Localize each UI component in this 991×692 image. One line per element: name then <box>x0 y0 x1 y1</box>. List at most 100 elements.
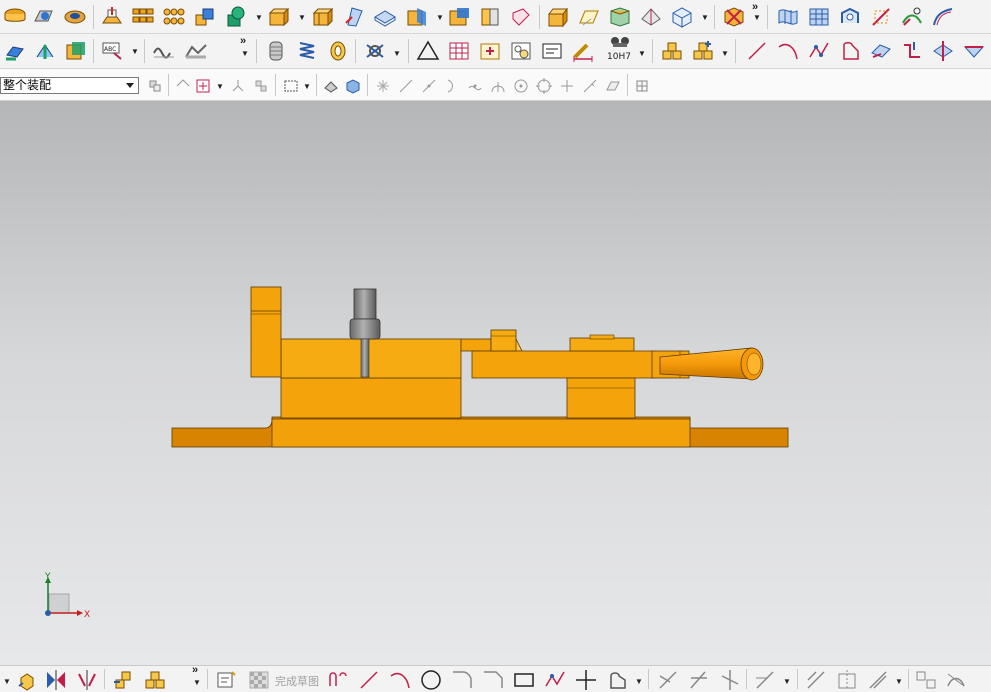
view-orient-icon[interactable] <box>14 668 40 692</box>
dropdown-arrow-icon[interactable]: ▼ <box>436 13 444 22</box>
snap-intersection-icon[interactable] <box>466 77 484 95</box>
unite-icon[interactable] <box>192 4 218 30</box>
sketch-spline-icon[interactable] <box>604 668 630 692</box>
pattern-feature-icon[interactable] <box>130 4 156 30</box>
dropdown-arrow-icon[interactable]: ▼ <box>638 49 646 58</box>
component-group-icon[interactable] <box>142 668 168 692</box>
snap-existing-point-icon[interactable] <box>374 77 392 95</box>
spring-icon[interactable] <box>294 38 320 64</box>
studio-surface-icon[interactable] <box>775 4 801 30</box>
reference-set-icon[interactable] <box>362 38 388 64</box>
convert-reference-icon[interactable] <box>913 668 939 692</box>
boss-icon[interactable] <box>99 4 125 30</box>
x-form-icon[interactable] <box>899 4 925 30</box>
swept-icon[interactable] <box>837 4 863 30</box>
dropdown-arrow-icon[interactable]: ▼ <box>393 49 401 58</box>
snap-point-on-curve-icon[interactable] <box>535 77 553 95</box>
toolbar-more-icon[interactable]: » <box>240 35 246 47</box>
cylinder-part-icon[interactable] <box>263 38 289 64</box>
bounded-plane-icon[interactable] <box>576 4 602 30</box>
dropdown-arrow-icon[interactable]: ▼ <box>635 677 643 686</box>
draft-icon[interactable] <box>341 4 367 30</box>
extrude-icon[interactable] <box>2 4 28 30</box>
pattern-geometry-icon[interactable] <box>161 4 187 30</box>
assembly-constraints-icon[interactable] <box>111 668 137 692</box>
sketch-fillet-icon[interactable] <box>449 668 475 692</box>
profile-icon[interactable] <box>837 38 863 64</box>
wireframe-box-icon[interactable] <box>669 4 695 30</box>
table-icon[interactable] <box>446 38 472 64</box>
dropdown-arrow-icon[interactable]: ▼ <box>193 678 201 687</box>
snap-point-icon[interactable] <box>194 77 212 95</box>
split-body-icon[interactable] <box>446 4 472 30</box>
arc-icon[interactable] <box>775 38 801 64</box>
grid-snap-icon[interactable] <box>633 77 651 95</box>
edge-blend-icon[interactable] <box>266 4 292 30</box>
sketch-circle-icon[interactable] <box>418 668 444 692</box>
mirror-body-icon[interactable] <box>43 668 69 692</box>
sketch-point-icon[interactable] <box>573 668 599 692</box>
dropdown-arrow-icon[interactable]: ▼ <box>216 82 224 91</box>
through-curves-icon[interactable] <box>607 4 633 30</box>
synchronous-modeling-icon[interactable] <box>721 4 747 30</box>
filter-settings-icon[interactable] <box>146 77 164 95</box>
note-icon[interactable] <box>539 38 565 64</box>
dropdown-arrow-icon[interactable]: ▼ <box>3 677 11 686</box>
revolve-icon[interactable] <box>31 4 57 30</box>
offset-curve-icon[interactable] <box>868 38 894 64</box>
add-view-icon[interactable] <box>477 38 503 64</box>
dropdown-arrow-icon[interactable]: ▼ <box>303 82 311 91</box>
sphere-face-icon[interactable] <box>638 4 664 30</box>
pull-face-icon[interactable] <box>32 38 58 64</box>
intersection-curve-icon[interactable] <box>930 38 956 64</box>
snap-quadrant-icon[interactable] <box>512 77 530 95</box>
finish-sketch-label[interactable]: 完成草图 <box>275 673 319 689</box>
rectangle-select-icon[interactable] <box>282 77 300 95</box>
geometric-constraints-icon[interactable] <box>803 668 829 692</box>
sketch-line-icon[interactable] <box>356 668 382 692</box>
hole-icon[interactable] <box>62 4 88 30</box>
left-support-plate[interactable] <box>250 286 282 378</box>
dropdown-arrow-icon[interactable]: ▼ <box>721 49 729 58</box>
block-icon[interactable] <box>545 4 571 30</box>
add-component-icon[interactable] <box>690 38 716 64</box>
display-constraints-icon[interactable] <box>834 668 860 692</box>
assembly-model[interactable]: Y X <box>0 101 991 665</box>
select-faces-icon[interactable] <box>252 77 270 95</box>
dropdown-arrow-icon[interactable]: ▼ <box>753 13 761 22</box>
lever-handle[interactable] <box>651 347 764 381</box>
bridge-surface-icon[interactable] <box>930 4 956 30</box>
select-intent-icon[interactable] <box>229 77 247 95</box>
snap-cross-icon[interactable] <box>558 77 576 95</box>
assembly-components-icon[interactable] <box>659 38 685 64</box>
trim-body-icon[interactable] <box>404 4 430 30</box>
emboss-sheet-icon[interactable] <box>183 38 209 64</box>
transform-surface-icon[interactable] <box>868 4 894 30</box>
rapid-dimension-icon[interactable] <box>752 668 778 692</box>
sketch-chamfer-icon[interactable] <box>480 668 506 692</box>
sew-icon[interactable] <box>508 4 534 30</box>
toolbar-more-icon[interactable]: » <box>192 664 198 676</box>
extract-curve-icon[interactable] <box>961 38 987 64</box>
replace-face-icon[interactable] <box>63 38 89 64</box>
fit-tolerance-icon[interactable]: 10H7 <box>605 35 635 62</box>
dimension-icon[interactable] <box>570 38 596 64</box>
auto-constrain-icon[interactable] <box>865 668 891 692</box>
face-grid-icon[interactable] <box>806 4 832 30</box>
select-whole-icon[interactable] <box>174 77 192 95</box>
shell-icon[interactable] <box>223 4 249 30</box>
chamfer-icon[interactable] <box>310 4 336 30</box>
dropdown-arrow-icon[interactable]: ▼ <box>895 677 903 686</box>
snap-tangent-icon[interactable] <box>581 77 599 95</box>
detail-view-icon[interactable] <box>508 38 534 64</box>
sketch-rectangle-icon[interactable] <box>511 668 537 692</box>
make-corner-icon[interactable] <box>717 668 743 692</box>
dropdown-arrow-icon[interactable]: ▼ <box>298 13 306 22</box>
profile-sketch-icon[interactable] <box>325 668 351 692</box>
type-filter-select[interactable]: 整个装配 <box>0 77 139 94</box>
quick-extend-icon[interactable] <box>686 668 712 692</box>
snap-arc-center-icon[interactable] <box>489 77 507 95</box>
dropdown-arrow-icon[interactable]: ▼ <box>783 677 791 686</box>
mirror-curve-icon[interactable] <box>74 668 100 692</box>
sketch-arc-icon[interactable] <box>387 668 413 692</box>
